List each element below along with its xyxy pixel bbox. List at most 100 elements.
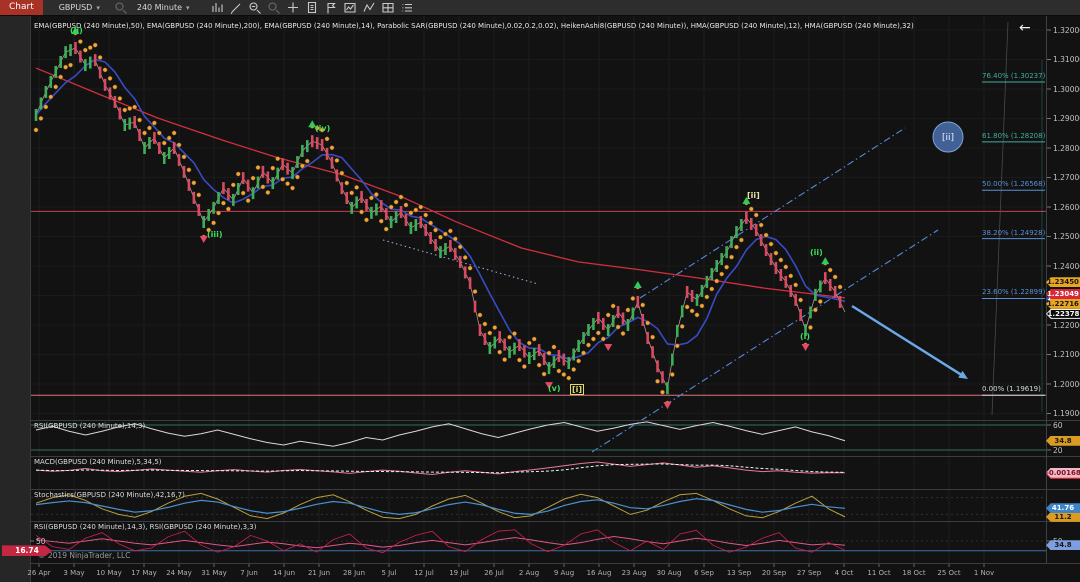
price-tick-label: 1.28000: [1053, 144, 1080, 153]
date-label: 30 Aug: [654, 569, 684, 577]
date-label: 11 Oct: [864, 569, 894, 577]
date-label: 14 Jun: [269, 569, 299, 577]
date-label: 18 Oct: [899, 569, 929, 577]
fib-level-label: 38.20% (1.24928): [982, 229, 1045, 237]
interval-label: 240 Minute: [137, 3, 182, 12]
interval-select[interactable]: 240 Minute ▾: [131, 1, 196, 14]
wave-label: [ii]: [747, 191, 760, 200]
up-fractal-icon: [821, 257, 829, 264]
date-label: 25 Oct: [934, 569, 964, 577]
fib-level-label: 23.60% (1.22899): [982, 288, 1045, 296]
wave-label: (iii): [207, 230, 223, 239]
date-label: 5 Jul: [374, 569, 404, 577]
price-tick-label: 1.25000: [1053, 232, 1080, 241]
search-icon[interactable]: [114, 1, 129, 14]
report-icon[interactable]: [304, 1, 321, 14]
price-wick-line: [36, 48, 845, 388]
indicator-legend: EMA(GBPUSD (240 Minute),50), EMA(GBPUSD …: [34, 22, 914, 30]
price-tick-label: 1.19000: [1053, 409, 1080, 418]
date-label: 27 Sep: [794, 569, 824, 577]
chevron-down-icon: ▾: [96, 4, 100, 12]
date-label: 20 Sep: [759, 569, 789, 577]
price-tick-label: 1.27000: [1053, 173, 1080, 182]
candle-series: [36, 42, 840, 394]
price-tick-label: 1.29000: [1053, 114, 1080, 123]
wave-label: (iv): [315, 124, 330, 133]
panel-title-macd: MACD(GBPUSD (240 Minute),5,34,5): [34, 458, 162, 466]
copyright: © 2019 NinjaTrader, LLC: [38, 551, 130, 560]
date-label: 4 Oct: [829, 569, 859, 577]
instrument-label: GBPUSD: [59, 3, 93, 12]
date-label: 7 Jun: [234, 569, 264, 577]
wave-circle-label: [ii]: [942, 133, 954, 143]
panel-title-rsi2: RSI(GBPUSD (240 Minute),14,3), RSI(GBPUS…: [34, 523, 256, 531]
date-label: 19 Jul: [444, 569, 474, 577]
chevron-down-icon: ▾: [186, 4, 190, 12]
date-label: 31 May: [199, 569, 229, 577]
wave-label: (ii): [810, 248, 823, 257]
price-axis-marker: 34.8: [1046, 540, 1080, 550]
price-tick-label: 1.21000: [1053, 350, 1080, 359]
date-label: 26 Jul: [479, 569, 509, 577]
date-label: 21 Jun: [304, 569, 334, 577]
fib-anchor-line[interactable]: [992, 22, 1008, 415]
ema50-line: [36, 59, 845, 359]
trendline[interactable]: [592, 230, 938, 452]
price-axis-marker: 1.23049: [1046, 289, 1080, 299]
price-tick-label: 1.24000: [1053, 262, 1080, 271]
tab-chart[interactable]: Chart: [0, 0, 43, 15]
price-axis-marker: 1.22716: [1046, 299, 1080, 309]
wave-label: [i]: [570, 384, 584, 395]
date-label: 3 May: [59, 569, 89, 577]
panel-tick-label: 20: [1053, 446, 1063, 455]
price-tick-label: 1.20000: [1053, 380, 1080, 389]
draw-icon[interactable]: [228, 1, 245, 14]
price-axis-marker: 11.2: [1046, 512, 1080, 522]
wave-label: (i): [800, 332, 810, 341]
price-axis-marker: 1.22378: [1046, 309, 1080, 319]
price-axis-marker: 34.8: [1046, 436, 1080, 446]
panel-tick-label: 60: [1053, 421, 1063, 430]
app-window: Chart GBPUSD ▾ 240 Minute ▾ [ii] EMA(GBP…: [0, 0, 1080, 582]
date-label: 9 Aug: [549, 569, 579, 577]
chart-window-icon[interactable]: [342, 1, 359, 14]
rsi-line: [36, 422, 845, 446]
price-tick-label: 1.31000: [1053, 55, 1080, 64]
trendline[interactable]: [640, 128, 905, 298]
panel-left-marker: 16.74: [2, 545, 52, 556]
instrument-select[interactable]: GBPUSD ▾: [53, 1, 106, 14]
alert-flag-icon[interactable]: [323, 1, 340, 14]
date-label: 10 May: [94, 569, 124, 577]
price-axis-marker: -0.00168: [1046, 468, 1080, 478]
fib-level-label: 61.80% (1.28208): [982, 132, 1045, 140]
search-icon[interactable]: [113, 1, 130, 14]
down-fractal-icon: [604, 344, 612, 351]
up-fractal-icon: [634, 281, 642, 288]
price-tick-label: 1.32000: [1053, 26, 1080, 35]
date-label: 28 Jun: [339, 569, 369, 577]
price-tick-label: 1.22000: [1053, 321, 1080, 330]
price-tick-label: 1.30000: [1053, 85, 1080, 94]
crosshair-icon[interactable]: [285, 1, 302, 14]
properties-list-icon[interactable]: [399, 1, 416, 14]
grid-icon[interactable]: [380, 1, 397, 14]
fractal-arrows: [71, 27, 829, 409]
down-fractal-icon: [663, 402, 671, 409]
zoom-out-icon[interactable]: [247, 1, 264, 14]
arrow-line[interactable]: [852, 306, 963, 376]
date-label: 2 Aug: [514, 569, 544, 577]
last-price-label: 1.22378: [1047, 310, 1080, 318]
date-label: 26 Apr: [24, 569, 54, 577]
zoom-in-icon[interactable]: [266, 1, 283, 14]
date-label: 12 Jul: [409, 569, 439, 577]
date-label: 16 Aug: [584, 569, 614, 577]
zigzag-icon[interactable]: [361, 1, 378, 14]
fib-level-label: 0.00% (1.19619): [982, 385, 1041, 393]
panel-left-tick-label: 50: [36, 537, 46, 546]
ema200-line: [36, 68, 845, 298]
panel-title-stochastics: Stochastics(GBPUSD (240 Minute),42,16,7): [34, 491, 185, 499]
date-label: 13 Sep: [724, 569, 754, 577]
wave-label: (v): [548, 384, 561, 393]
back-arrow-icon[interactable]: ←: [1019, 20, 1031, 36]
chart-style-icon[interactable]: [209, 1, 226, 14]
